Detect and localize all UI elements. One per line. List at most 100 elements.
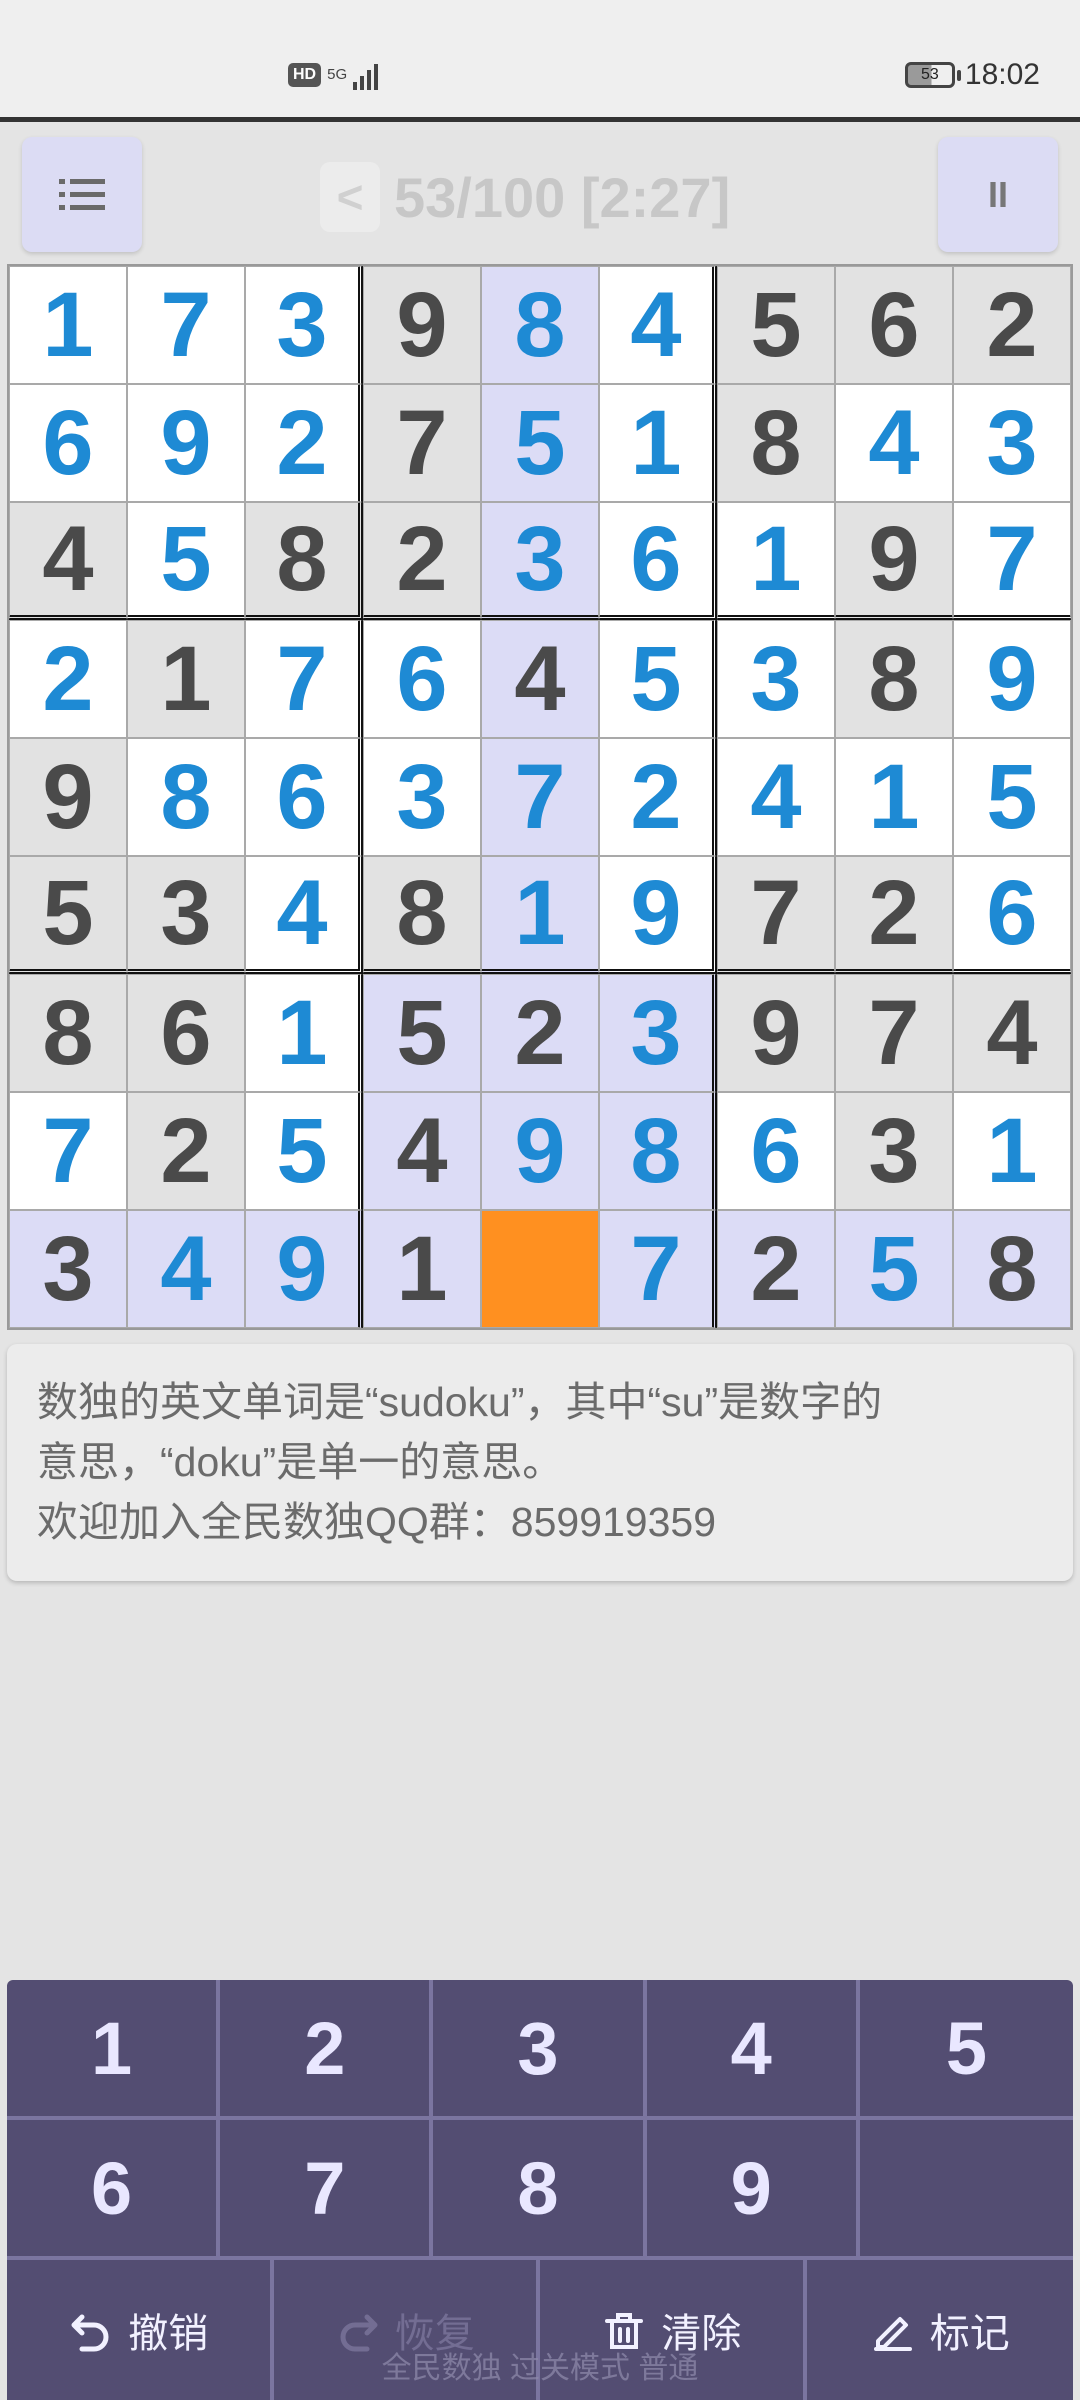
sudoku-cell[interactable]: 8	[9, 974, 127, 1092]
sudoku-cell[interactable]	[481, 1210, 599, 1328]
sudoku-cell[interactable]: 2	[717, 1210, 835, 1328]
sudoku-cell[interactable]: 4	[717, 738, 835, 856]
sudoku-cell[interactable]: 9	[835, 502, 953, 620]
sudoku-cell[interactable]: 1	[127, 620, 245, 738]
sudoku-cell[interactable]: 3	[127, 856, 245, 974]
sudoku-cell[interactable]: 5	[481, 384, 599, 502]
sudoku-cell[interactable]: 6	[245, 738, 363, 856]
sudoku-cell[interactable]: 5	[599, 620, 717, 738]
number-key-2[interactable]: 2	[220, 1980, 434, 2120]
sudoku-cell[interactable]: 2	[481, 974, 599, 1092]
number-key-6[interactable]: 6	[7, 2120, 221, 2260]
sudoku-cell[interactable]: 7	[245, 620, 363, 738]
sudoku-cell[interactable]: 9	[245, 1210, 363, 1328]
network-type: 5G	[327, 66, 348, 83]
sudoku-cell[interactable]: 4	[127, 1210, 245, 1328]
sudoku-cell[interactable]: 5	[9, 856, 127, 974]
sudoku-cell[interactable]: 4	[835, 384, 953, 502]
sudoku-cell[interactable]: 7	[363, 384, 481, 502]
sudoku-cell[interactable]: 7	[717, 856, 835, 974]
sudoku-cell[interactable]: 3	[599, 974, 717, 1092]
sudoku-cell[interactable]: 8	[363, 856, 481, 974]
sudoku-cell[interactable]: 8	[835, 620, 953, 738]
sudoku-cell[interactable]: 9	[599, 856, 717, 974]
number-key-4[interactable]: 4	[646, 1980, 860, 2120]
sudoku-cell[interactable]: 5	[953, 738, 1071, 856]
sudoku-cell[interactable]: 2	[835, 856, 953, 974]
level-title-bar: < 53/100 [2:27]	[320, 157, 730, 237]
sudoku-cell[interactable]: 5	[363, 974, 481, 1092]
sudoku-cell[interactable]: 7	[953, 502, 1071, 620]
sudoku-cell[interactable]: 2	[9, 620, 127, 738]
tip-line: 数独的英文单词是“sudoku”，其中“su”是数字的	[37, 1379, 883, 1425]
sudoku-cell[interactable]: 7	[481, 738, 599, 856]
sudoku-cell[interactable]: 1	[953, 1092, 1071, 1210]
sudoku-cell[interactable]: 4	[9, 502, 127, 620]
sudoku-cell[interactable]: 4	[481, 620, 599, 738]
sudoku-cell[interactable]: 8	[245, 502, 363, 620]
sudoku-cell[interactable]: 1	[9, 266, 127, 384]
sudoku-cell[interactable]: 3	[717, 620, 835, 738]
sudoku-cell[interactable]: 2	[953, 266, 1071, 384]
sudoku-cell[interactable]: 4	[953, 974, 1071, 1092]
sudoku-cell[interactable]: 6	[835, 266, 953, 384]
sudoku-cell[interactable]: 6	[127, 974, 245, 1092]
sudoku-cell[interactable]: 2	[245, 384, 363, 502]
sudoku-cell[interactable]: 3	[245, 266, 363, 384]
sudoku-cell[interactable]: 8	[481, 266, 599, 384]
sudoku-cell[interactable]: 1	[835, 738, 953, 856]
sudoku-cell[interactable]: 3	[953, 384, 1071, 502]
sudoku-cell[interactable]: 7	[9, 1092, 127, 1210]
sudoku-cell[interactable]: 9	[127, 384, 245, 502]
pause-button[interactable]: II	[938, 137, 1058, 252]
sudoku-cell[interactable]: 9	[953, 620, 1071, 738]
sudoku-cell[interactable]: 9	[9, 738, 127, 856]
sudoku-cell[interactable]: 9	[717, 974, 835, 1092]
sudoku-cell[interactable]: 4	[245, 856, 363, 974]
tip-line: 欢迎加入全民数独QQ群：859919359	[37, 1499, 717, 1545]
sudoku-cell[interactable]: 6	[363, 620, 481, 738]
sudoku-cell[interactable]: 3	[363, 738, 481, 856]
sudoku-cell[interactable]: 1	[245, 974, 363, 1092]
sudoku-cell[interactable]: 6	[9, 384, 127, 502]
sudoku-cell[interactable]: 6	[717, 1092, 835, 1210]
menu-button[interactable]	[22, 137, 142, 252]
sudoku-cell[interactable]: 2	[599, 738, 717, 856]
sudoku-cell[interactable]: 4	[363, 1092, 481, 1210]
number-key-5[interactable]: 5	[859, 1980, 1073, 2120]
sudoku-cell[interactable]: 1	[717, 502, 835, 620]
sudoku-cell[interactable]: 3	[481, 502, 599, 620]
sudoku-cell[interactable]: 7	[599, 1210, 717, 1328]
sudoku-cell[interactable]: 7	[835, 974, 953, 1092]
previous-level-button[interactable]: <	[320, 162, 380, 232]
number-key-3[interactable]: 3	[433, 1980, 647, 2120]
sudoku-cell[interactable]: 1	[599, 384, 717, 502]
number-key-1[interactable]: 1	[7, 1980, 221, 2120]
tip-card: 数独的英文单词是“sudoku”，其中“su”是数字的 意思，“doku”是单一…	[7, 1344, 1073, 1581]
number-key-7[interactable]: 7	[220, 2120, 434, 2260]
sudoku-cell[interactable]: 1	[481, 856, 599, 974]
number-key-8[interactable]: 8	[433, 2120, 647, 2260]
sudoku-cell[interactable]: 8	[127, 738, 245, 856]
sudoku-cell[interactable]: 2	[127, 1092, 245, 1210]
sudoku-cell[interactable]: 8	[953, 1210, 1071, 1328]
sudoku-cell[interactable]: 9	[481, 1092, 599, 1210]
sudoku-cell[interactable]: 5	[127, 502, 245, 620]
sudoku-cell[interactable]: 2	[363, 502, 481, 620]
sudoku-cell[interactable]: 5	[245, 1092, 363, 1210]
sudoku-cell[interactable]: 9	[363, 266, 481, 384]
sudoku-cell[interactable]: 3	[9, 1210, 127, 1328]
number-key-9[interactable]: 9	[646, 2120, 860, 2260]
hd-badge: HD	[288, 63, 322, 87]
sudoku-cell[interactable]: 4	[599, 266, 717, 384]
sudoku-cell[interactable]: 8	[717, 384, 835, 502]
sudoku-cell[interactable]: 6	[953, 856, 1071, 974]
sudoku-cell[interactable]: 5	[717, 266, 835, 384]
sudoku-cell[interactable]: 6	[599, 502, 717, 620]
sudoku-cell[interactable]: 8	[599, 1092, 717, 1210]
sudoku-cell[interactable]: 3	[835, 1092, 953, 1210]
sudoku-cell[interactable]: 5	[835, 1210, 953, 1328]
sudoku-cell[interactable]: 7	[127, 266, 245, 384]
sudoku-cell[interactable]: 1	[363, 1210, 481, 1328]
game-toolbar: < 53/100 [2:27] II	[0, 127, 1080, 262]
